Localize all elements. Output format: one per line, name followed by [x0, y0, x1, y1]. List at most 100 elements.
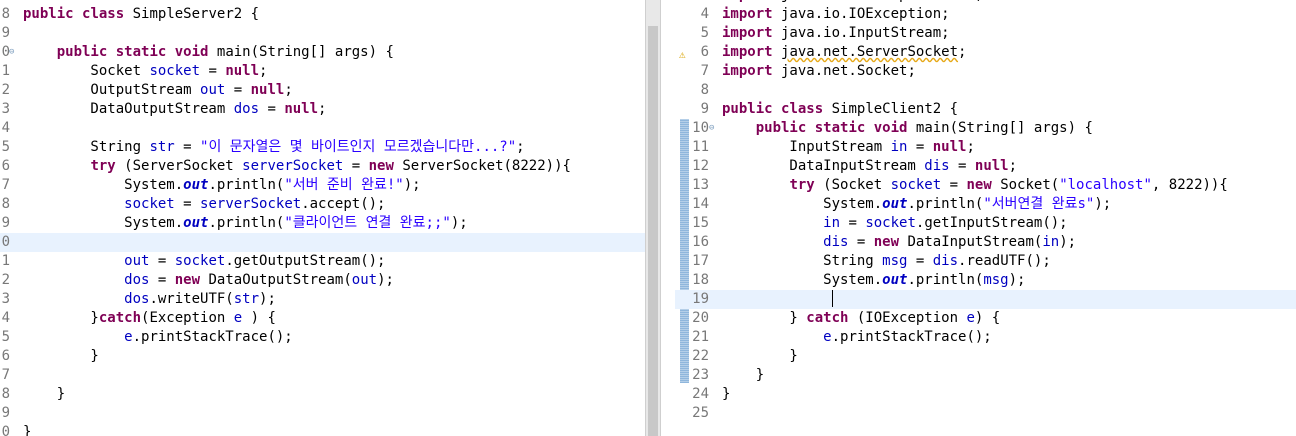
code-line[interactable]: 8 }	[0, 385, 645, 404]
fold-toggle-icon[interactable]: ⊖	[709, 119, 714, 138]
code-line[interactable]: 8	[675, 81, 1296, 100]
code-line[interactable]: 7	[0, 366, 645, 385]
code-line[interactable]: 8 socket = serverSocket.accept();	[0, 195, 645, 214]
code-line[interactable]: 13 try (Socket socket = new Socket("loca…	[675, 176, 1296, 195]
code-text: e.printStackTrace();	[124, 329, 293, 345]
code-line[interactable]: 21 e.printStackTrace();	[675, 328, 1296, 347]
scrollbar-thumb[interactable]	[648, 26, 658, 436]
line-number: 9	[1, 405, 10, 421]
line-number: 9	[1, 25, 10, 41]
code-text: } catch (IOException e) {	[722, 310, 1001, 326]
code-line[interactable]: 1 Socket socket = null;	[0, 62, 645, 81]
code-line[interactable]: 8 public class SimpleServer2 {	[0, 5, 645, 24]
code-text: public static void main(String[] args) {	[56, 44, 394, 60]
code-line[interactable]: 11 InputStream in = null;	[675, 138, 1296, 157]
line-number: 5	[1, 139, 10, 155]
code-text: import java.io.IOException;	[722, 6, 950, 22]
code-text: Socket socket = null;	[23, 63, 268, 79]
code-line[interactable]: 7 System.out.println("서버 준비 완료!");	[0, 176, 645, 195]
code-text: out = socket.getOutputStream();	[124, 253, 386, 269]
line-number: 8	[1, 386, 10, 402]
code-line[interactable]: 23 }	[675, 366, 1296, 385]
code-line[interactable]: 6 }	[0, 347, 645, 366]
line-number: 6	[1, 158, 10, 174]
code-text: try (ServerSocket serverSocket = new Ser…	[90, 158, 571, 174]
fold-toggle-icon[interactable]: ⊖	[9, 43, 14, 62]
code-line[interactable]: 9	[0, 24, 645, 43]
line-number: 0	[1, 234, 10, 250]
code-text: socket = serverSocket.accept();	[124, 196, 386, 212]
code-line[interactable]: 22 }	[675, 347, 1296, 366]
line-number: 24	[692, 386, 709, 402]
code-text: }	[23, 424, 32, 436]
code-line[interactable]: 4 import java.io.IOException;	[675, 5, 1296, 24]
code-text: }	[722, 367, 765, 383]
code-text: OutputStream out = null;	[23, 82, 293, 98]
code-line[interactable]: 0 ⊖ public static void main(String[] args…	[0, 43, 645, 62]
code-line[interactable]: 9	[0, 404, 645, 423]
code-line[interactable]: 20 } catch (IOException e) {	[675, 309, 1296, 328]
line-number: 13	[692, 177, 709, 193]
code-line[interactable]: 2 dos = new DataOutputStream(out);	[0, 271, 645, 290]
code-line[interactable]: 17 String msg = dis.readUTF();	[675, 252, 1296, 271]
code-line[interactable]: 3 DataOutputStream dos = null;	[0, 100, 645, 119]
line-number: 5	[700, 25, 709, 41]
code-line[interactable]: 0}	[0, 423, 645, 436]
line-number: 3	[1, 101, 10, 117]
code-line[interactable]: 2 OutputStream out = null;	[0, 81, 645, 100]
code-text: String msg = dis.readUTF();	[722, 253, 1051, 269]
server-editor-pane[interactable]: 8 public class SimpleServer2 {9 0 ⊖ public …	[0, 0, 645, 436]
code-line[interactable]: 18 System.out.println(msg);	[675, 271, 1296, 290]
line-number: 18	[692, 272, 709, 288]
code-text: public class SimpleServer2 {	[23, 6, 260, 22]
code-line[interactable]: 4	[0, 119, 645, 138]
code-text: dis = new DataInputStream(in);	[823, 234, 1077, 250]
code-text: System.out.println("서버연결 완료s");	[722, 196, 1112, 212]
text-cursor	[832, 290, 833, 307]
code-line[interactable]: 15 in = socket.getInputStream();	[675, 214, 1296, 233]
code-line[interactable]: 24}	[675, 385, 1296, 404]
code-text: String str = "이 문자열은 몇 바이트인지 모르겠습니다만...?…	[23, 139, 525, 155]
code-line[interactable]: 5 e.printStackTrace();	[0, 328, 645, 347]
line-number: 7	[1, 367, 10, 383]
code-text: DataInputStream dis = null;	[722, 158, 1018, 174]
code-line[interactable]: 12 DataInputStream dis = null;	[675, 157, 1296, 176]
line-number: 8	[700, 82, 709, 98]
code-line[interactable]: 4 }catch(Exception e ) {	[0, 309, 645, 328]
code-text: import java.net.ServerSocket;	[722, 44, 967, 60]
code-line[interactable]: 10 ⊖ public static void main(String[] arg…	[675, 119, 1296, 138]
line-number: 1	[1, 63, 10, 79]
line-number: 6	[1, 348, 10, 364]
client-editor-pane[interactable]: 3import java.io.DataInputStream;4import …	[675, 0, 1296, 436]
line-number: 7	[700, 63, 709, 79]
line-number: 5	[1, 329, 10, 345]
code-text: try (Socket socket = new Socket("localho…	[789, 177, 1228, 193]
code-text: dos.writeUTF(str);	[124, 291, 276, 307]
vertical-scrollbar[interactable]	[645, 0, 661, 436]
line-number: 11	[692, 139, 709, 155]
code-line[interactable]: 14 System.out.println("서버연결 완료s");	[675, 195, 1296, 214]
code-line[interactable]: 25	[675, 404, 1296, 423]
code-line[interactable]: 6 ⚠ import java.net.ServerSocket;	[675, 43, 1296, 62]
line-number: 4	[1, 310, 10, 326]
line-number: 21	[692, 329, 709, 345]
code-text: e.printStackTrace();	[823, 329, 992, 345]
code-line[interactable]: 3 dos.writeUTF(str);	[0, 290, 645, 309]
code-text: }	[23, 386, 66, 402]
code-text: System.out.println("서버 준비 완료!");	[23, 177, 421, 193]
code-line[interactable]: 0	[0, 233, 645, 252]
code-line[interactable]: 7 import java.net.Socket;	[675, 62, 1296, 81]
line-number: 20	[692, 310, 709, 326]
line-number: 23	[692, 367, 709, 383]
line-number: 19	[692, 291, 709, 307]
code-line[interactable]: 6 try (ServerSocket serverSocket = new S…	[0, 157, 645, 176]
code-text: }catch(Exception e ) {	[23, 310, 276, 326]
code-line[interactable]: 5 String str = "이 문자열은 몇 바이트인지 모르겠습니다만..…	[0, 138, 645, 157]
code-line[interactable]: 9 public class SimpleClient2 {	[675, 100, 1296, 119]
code-line[interactable]: 19	[675, 290, 1296, 309]
code-text: DataOutputStream dos = null;	[23, 101, 327, 117]
code-line[interactable]: 16 dis = new DataInputStream(in);	[675, 233, 1296, 252]
code-line[interactable]: 9 System.out.println("클라이언트 연결 완료;;");	[0, 214, 645, 233]
code-line[interactable]: 1 out = socket.getOutputStream();	[0, 252, 645, 271]
code-line[interactable]: 5 import java.io.InputStream;	[675, 24, 1296, 43]
